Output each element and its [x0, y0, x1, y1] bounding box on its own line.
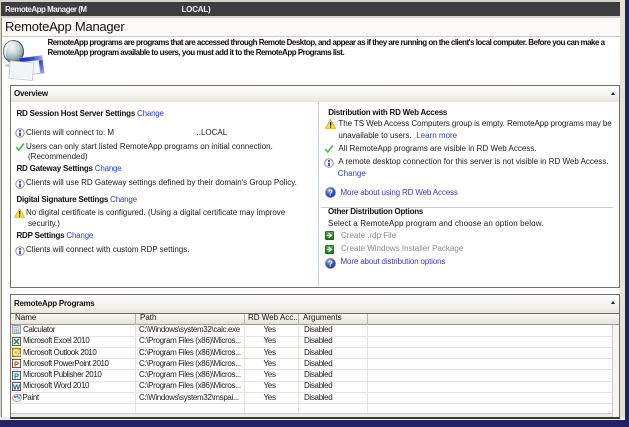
svg-text:?: ?	[328, 188, 333, 197]
svg-text:W: W	[13, 382, 21, 391]
svg-text:?: ?	[328, 259, 333, 268]
svg-text:P: P	[14, 371, 19, 380]
svg-text:P: P	[14, 360, 19, 369]
